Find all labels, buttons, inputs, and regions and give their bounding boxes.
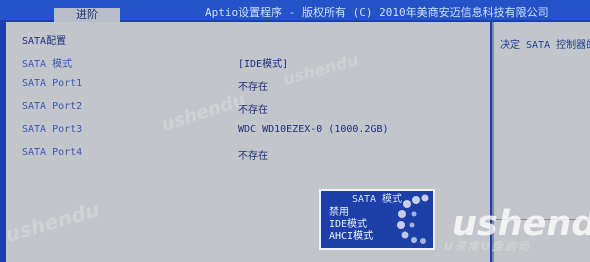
section-title: SATA配置 bbox=[22, 36, 67, 47]
tab-advanced[interactable]: 进阶 bbox=[54, 8, 120, 22]
watermark-sub: U深度U盘启动 bbox=[444, 240, 531, 253]
popup-option-ahci[interactable]: AHCI模式 bbox=[329, 227, 373, 242]
window-title: Aptio设置程序 - 版权所有 (C) 2010年美商安迈信息科技有限公司 bbox=[205, 6, 549, 19]
row-label-port1: SATA Port1 bbox=[22, 78, 83, 89]
row-value-sata-mode[interactable]: [IDE模式] bbox=[238, 55, 288, 70]
row-label-port3: SATA Port3 bbox=[22, 124, 83, 135]
row-label-port4: SATA Port4 bbox=[22, 147, 83, 158]
help-text: 决定 SATA 控制器的 bbox=[500, 40, 590, 51]
row-value-port3: WDC WD10EZEX-0 (1000.2GB) bbox=[238, 124, 389, 135]
watermark-dots-logo bbox=[397, 194, 429, 244]
row-value-port4: 不存在 bbox=[238, 151, 268, 162]
row-label-sata-mode[interactable]: SATA 模式 bbox=[22, 55, 72, 70]
row-label-port2: SATA Port2 bbox=[22, 101, 83, 112]
